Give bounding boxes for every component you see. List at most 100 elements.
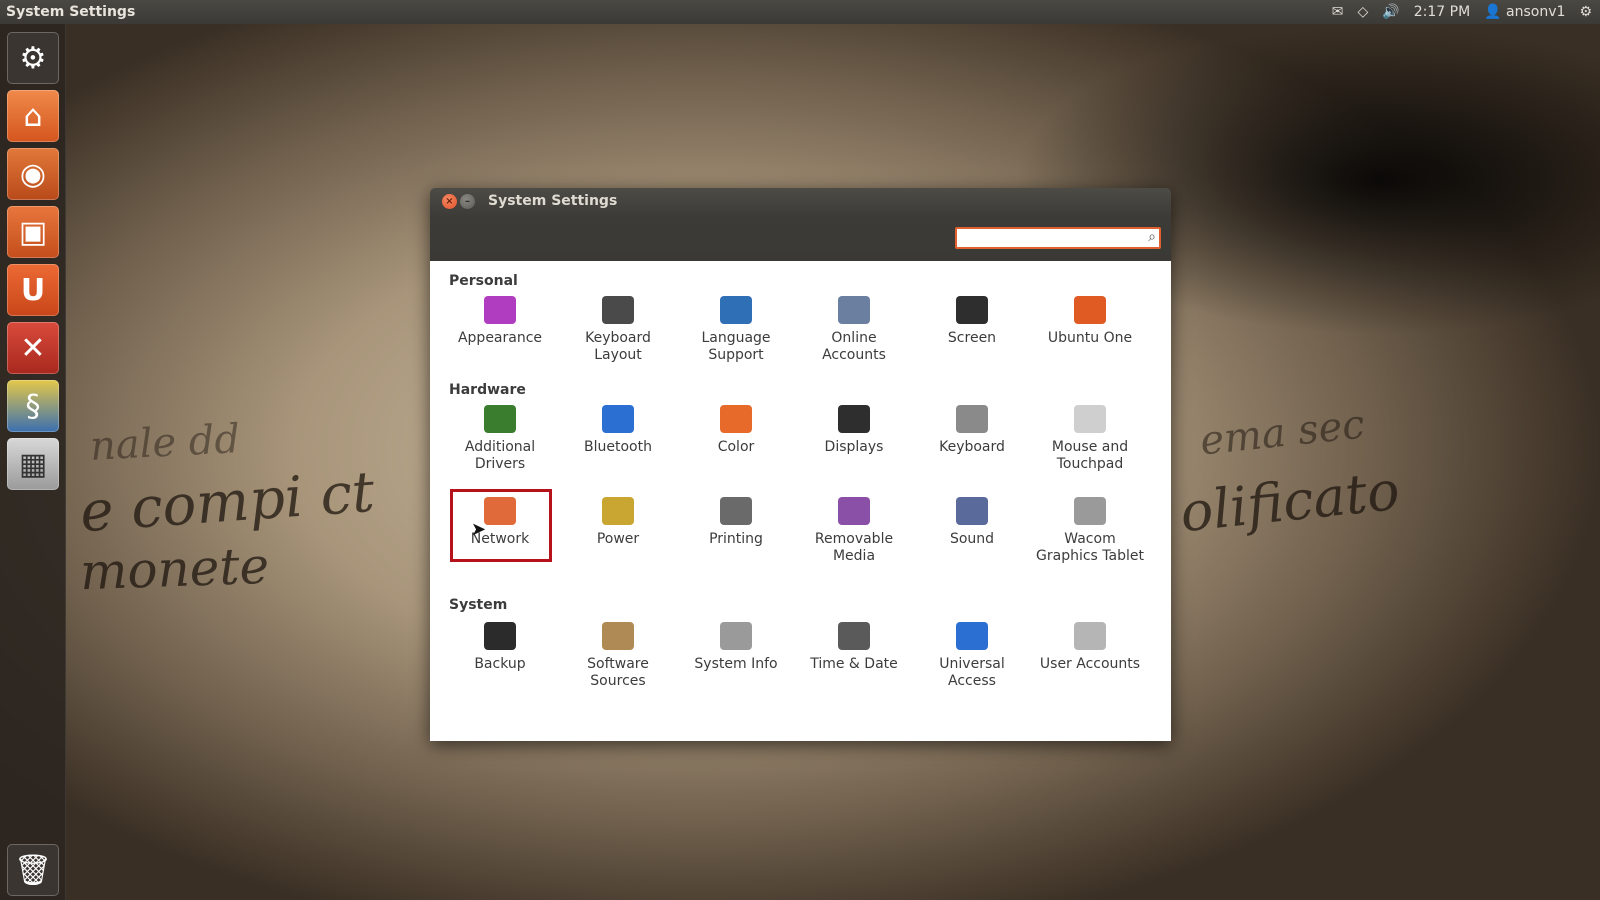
- printer-icon: [720, 497, 752, 525]
- launcher: ⚙ ⌂ ◉ ▣ U ✕ § ▦ 🗑: [0, 24, 66, 900]
- settings-item-label: Software Sources: [587, 656, 649, 689]
- network-indicator-icon[interactable]: ◇: [1358, 4, 1369, 20]
- ubuntu-one-launcher-icon: U: [20, 272, 46, 308]
- settings-item-keyboard[interactable]: Keyboard: [917, 405, 1027, 456]
- settings-item-additional-drivers[interactable]: Additional Drivers: [445, 405, 555, 473]
- settings-item-universal-access[interactable]: Universal Access: [917, 622, 1027, 690]
- settings-item-label: Keyboard Layout: [585, 330, 651, 363]
- online-accounts-icon: [838, 296, 870, 324]
- workspace-switcher-button[interactable]: ▦: [7, 438, 59, 490]
- settings-item-color[interactable]: Color: [681, 405, 791, 456]
- system-info-gear-icon: [720, 622, 752, 650]
- settings-item-printer[interactable]: Printing: [681, 497, 791, 548]
- user-name: ansonv1: [1506, 4, 1566, 20]
- settings-item-system-info-gear[interactable]: System Info: [681, 622, 791, 673]
- settings-item-label: Additional Drivers: [464, 439, 536, 472]
- power-icon: [602, 497, 634, 525]
- wallpaper-text: nale dd: [88, 416, 242, 470]
- wallpaper-text: monete: [79, 536, 270, 602]
- universal-access-icon: [956, 622, 988, 650]
- system-settings-window: × – System Settings ⌕ Personal Hardware …: [430, 188, 1171, 741]
- wallpaper-text: e compi ct: [78, 459, 377, 546]
- settings-item-label: Displays: [824, 439, 884, 455]
- settings-item-label: Sound: [949, 531, 995, 547]
- settings-item-label: Mouse and Touchpad: [1051, 439, 1129, 472]
- settings-item-label: Power: [596, 531, 640, 547]
- settings-item-label: Removable Media: [814, 531, 894, 564]
- search-icon[interactable]: ⌕: [1148, 229, 1156, 245]
- settings-item-user-accounts[interactable]: User Accounts: [1035, 622, 1145, 673]
- software-center-button[interactable]: ▣: [7, 206, 59, 258]
- bluetooth-icon: [602, 405, 634, 433]
- system-settings-launcher-button[interactable]: ✕: [7, 322, 59, 374]
- settings-item-screen-lock[interactable]: Screen: [917, 296, 1027, 347]
- settings-item-label: Backup: [474, 656, 526, 672]
- settings-item-sound[interactable]: Sound: [917, 497, 1027, 548]
- settings-item-wacom-tablet[interactable]: Wacom Graphics Tablet: [1035, 497, 1145, 565]
- settings-item-appearance[interactable]: Appearance: [445, 296, 555, 347]
- settings-item-bluetooth[interactable]: Bluetooth: [563, 405, 673, 456]
- network-highlight-box: [450, 489, 552, 562]
- volume-icon[interactable]: 🔊: [1382, 4, 1399, 20]
- clock-icon: [838, 622, 870, 650]
- settings-item-label: Language Support: [701, 330, 771, 363]
- settings-item-power[interactable]: Power: [563, 497, 673, 548]
- settings-item-label: Bluetooth: [584, 439, 652, 455]
- home-folder-button[interactable]: ⌂: [7, 90, 59, 142]
- window-title: System Settings: [488, 193, 618, 209]
- software-sources-icon: [602, 622, 634, 650]
- section-title-personal: Personal: [449, 273, 518, 289]
- clock[interactable]: 2:17 PM: [1414, 4, 1470, 20]
- settings-item-label: Color: [717, 439, 755, 455]
- section-title-hardware: Hardware: [449, 382, 526, 398]
- trash-icon: 🗑: [13, 852, 53, 888]
- user-menu[interactable]: 👤 ansonv1: [1484, 4, 1565, 20]
- settings-content: Personal Hardware System Appearance Keybo…: [430, 261, 1171, 741]
- screen-lock-icon: [956, 296, 988, 324]
- settings-item-language-support[interactable]: Language Support: [681, 296, 791, 364]
- indicator-area: ✉ ◇ 🔊 2:17 PM 👤 ansonv1 ⚙: [1332, 4, 1600, 20]
- firefox-icon: ◉: [19, 156, 47, 192]
- session-gear-icon[interactable]: ⚙: [1579, 4, 1592, 20]
- settings-item-ubuntu-one[interactable]: Ubuntu One: [1035, 296, 1145, 347]
- settings-item-clock[interactable]: Time & Date: [799, 622, 909, 673]
- firefox-button[interactable]: ◉: [7, 148, 59, 200]
- wallpaper-text: ema sec: [1198, 401, 1367, 465]
- ubuntu-one-launcher-button[interactable]: U: [7, 264, 59, 316]
- search-box[interactable]: ⌕: [955, 227, 1161, 251]
- window-titlebar[interactable]: × – System Settings ⌕: [430, 188, 1171, 261]
- displays-icon: [838, 405, 870, 433]
- dash-home-button[interactable]: ⚙: [7, 32, 59, 84]
- section-title-system: System: [449, 597, 508, 613]
- trash-button[interactable]: 🗑: [7, 844, 59, 896]
- settings-item-software-sources[interactable]: Software Sources: [563, 622, 673, 690]
- settings-item-label: Appearance: [457, 330, 543, 346]
- minimize-button[interactable]: –: [460, 194, 475, 209]
- wallpaper-text: olificato: [1177, 458, 1403, 545]
- settings-item-online-accounts[interactable]: Online Accounts: [799, 296, 909, 364]
- settings-item-keyboard-layout[interactable]: Keyboard Layout: [563, 296, 673, 364]
- settings-item-backup-safe[interactable]: Backup: [445, 622, 555, 673]
- wacom-tablet-icon: [1074, 497, 1106, 525]
- top-panel: System Settings ✉ ◇ 🔊 2:17 PM 👤 ansonv1 …: [0, 0, 1600, 24]
- settings-item-mouse[interactable]: Mouse and Touchpad: [1035, 405, 1145, 473]
- settings-item-label: Online Accounts: [822, 330, 886, 363]
- user-icon: 👤: [1484, 4, 1502, 20]
- settings-item-label: Printing: [709, 531, 763, 547]
- active-app-title: System Settings: [6, 4, 136, 20]
- mail-icon[interactable]: ✉: [1332, 4, 1344, 20]
- settings-item-label: Ubuntu One: [1047, 330, 1133, 346]
- tools-icon: ✕: [20, 330, 46, 366]
- python-icon: §: [25, 388, 41, 424]
- settings-item-displays[interactable]: Displays: [799, 405, 909, 456]
- settings-item-label: Universal Access: [939, 656, 1005, 689]
- user-accounts-icon: [1074, 622, 1106, 650]
- close-button[interactable]: ×: [442, 194, 457, 209]
- settings-item-removable-media[interactable]: Removable Media: [799, 497, 909, 565]
- ubuntu-one-icon: [1074, 296, 1106, 324]
- removable-media-icon: [838, 497, 870, 525]
- python-button[interactable]: §: [7, 380, 59, 432]
- search-input[interactable]: [961, 230, 1135, 251]
- settings-item-label: User Accounts: [1039, 656, 1141, 672]
- backup-safe-icon: [484, 622, 516, 650]
